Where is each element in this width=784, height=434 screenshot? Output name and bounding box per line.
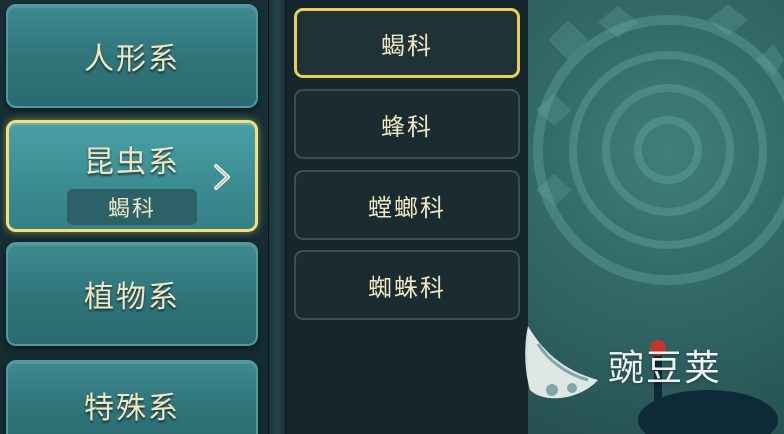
category-label: 人形系 (84, 42, 180, 77)
family-bee[interactable]: 蜂科 (294, 89, 520, 159)
watermark-text: 豌豆荚 (608, 348, 723, 389)
family-list: 蝎科 蜂科 螳螂科 蜘蛛科 (286, 0, 528, 434)
chevron-right-icon (214, 164, 230, 190)
column-divider (268, 0, 286, 434)
category-humanoid[interactable]: 人形系 (6, 4, 258, 108)
watermark: 豌豆荚 (522, 320, 762, 410)
watermark-logo-icon (525, 326, 598, 399)
category-label: 植物系 (84, 280, 180, 315)
family-scorpion[interactable]: 蝎科 (294, 8, 520, 78)
category-special[interactable]: 特殊系 (6, 360, 258, 434)
category-label: 昆虫系 (84, 145, 180, 180)
category-label: 特殊系 (84, 391, 180, 426)
family-spider[interactable]: 蜘蛛科 (294, 250, 520, 320)
selected-family-badge: 蝎科 (67, 189, 197, 225)
category-plant[interactable]: 植物系 (6, 242, 258, 346)
category-list: 人形系 昆虫系 蝎科 植物系 特殊系 (0, 0, 272, 434)
family-mantis[interactable]: 螳螂科 (294, 170, 520, 240)
